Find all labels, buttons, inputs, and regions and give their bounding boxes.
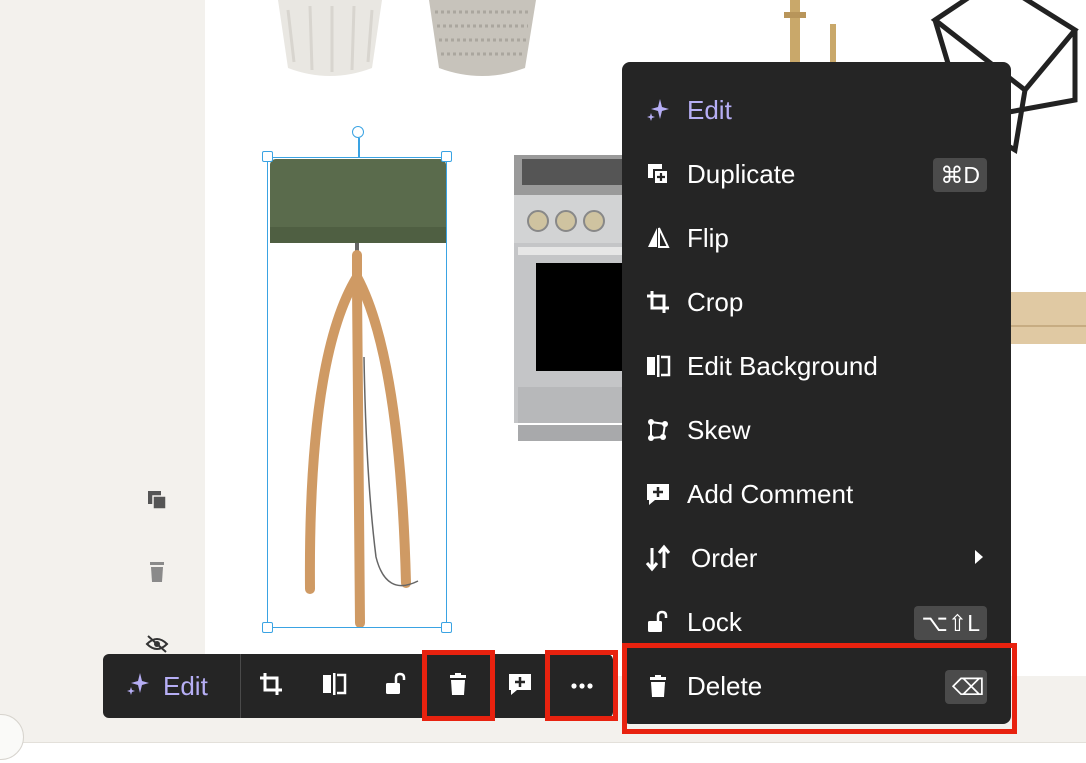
menu-item-label: Edit Background bbox=[687, 351, 878, 381]
sort-arrows-icon bbox=[644, 544, 672, 572]
trash-icon[interactable] bbox=[144, 559, 170, 585]
rotate-handle[interactable] bbox=[352, 126, 364, 138]
menu-item-label: Edit bbox=[687, 95, 732, 125]
item-toolbar: Edit bbox=[103, 654, 613, 718]
rotate-line bbox=[358, 138, 360, 157]
resize-handle-bottom-left[interactable] bbox=[262, 622, 273, 633]
planter-white-image[interactable] bbox=[270, 0, 390, 80]
wood-board-image[interactable] bbox=[1010, 292, 1086, 344]
crop-icon bbox=[644, 288, 672, 316]
selection-box bbox=[267, 157, 447, 628]
resize-handle-bottom-right[interactable] bbox=[441, 622, 452, 633]
crop-button[interactable] bbox=[255, 670, 287, 702]
menu-item-edit-background[interactable]: Edit Background bbox=[622, 338, 1011, 394]
edit-background-icon bbox=[321, 672, 347, 701]
faucet-image[interactable] bbox=[776, 0, 846, 62]
unlock-icon bbox=[644, 608, 672, 636]
unlock-icon bbox=[384, 672, 408, 701]
toolbar-divider bbox=[240, 654, 241, 718]
skew-icon bbox=[644, 416, 672, 444]
menu-item-label: Order bbox=[691, 543, 758, 573]
add-comment-button[interactable] bbox=[504, 670, 536, 702]
lock-button[interactable] bbox=[380, 670, 412, 702]
comment-add-icon bbox=[507, 672, 533, 701]
menu-item-duplicate[interactable]: Duplicate ⌘D bbox=[622, 146, 1011, 202]
chevron-right-icon bbox=[975, 550, 983, 564]
menu-item-add-comment[interactable]: Add Comment bbox=[622, 466, 1011, 522]
menu-item-lock[interactable]: Lock ⌥⇧L bbox=[622, 594, 1011, 650]
highlight-delete-menu-item bbox=[622, 643, 1017, 734]
menu-item-skew[interactable]: Skew bbox=[622, 402, 1011, 458]
planter-grey-image[interactable] bbox=[425, 0, 540, 80]
menu-item-label: Flip bbox=[687, 223, 729, 253]
context-menu: Edit Duplicate ⌘D Flip Crop Edit Backgro… bbox=[622, 62, 1011, 724]
edit-background-button[interactable] bbox=[318, 670, 350, 702]
menu-item-label: Add Comment bbox=[687, 479, 854, 509]
resize-handle-top-left[interactable] bbox=[262, 151, 273, 162]
flip-icon bbox=[644, 224, 672, 252]
shortcut-badge: ⌘D bbox=[933, 158, 987, 192]
comment-add-icon bbox=[644, 480, 672, 508]
highlight-delete-button bbox=[422, 650, 495, 721]
menu-item-label: Lock bbox=[687, 607, 742, 637]
menu-item-label: Duplicate bbox=[687, 159, 796, 189]
menu-item-flip[interactable]: Flip bbox=[622, 210, 1011, 266]
range-oven-image[interactable] bbox=[514, 155, 624, 441]
menu-item-label: Skew bbox=[687, 415, 751, 445]
crop-icon bbox=[259, 672, 283, 701]
menu-item-crop[interactable]: Crop bbox=[622, 274, 1011, 330]
edit-button[interactable]: Edit bbox=[125, 670, 208, 702]
highlight-more-button bbox=[545, 650, 618, 721]
layers-icon[interactable] bbox=[144, 487, 170, 513]
menu-item-label: Crop bbox=[687, 287, 744, 317]
shortcut-badge: ⌥⇧L bbox=[914, 606, 987, 640]
menu-item-edit[interactable]: Edit bbox=[622, 82, 1011, 138]
sparkle-icon bbox=[125, 671, 151, 702]
bottom-bar bbox=[0, 742, 1086, 763]
duplicate-icon bbox=[644, 160, 672, 188]
menu-item-order[interactable]: Order bbox=[622, 530, 1011, 586]
sparkle-icon bbox=[644, 96, 672, 124]
edit-button-label: Edit bbox=[163, 670, 208, 701]
edit-background-icon bbox=[644, 352, 672, 380]
resize-handle-top-right[interactable] bbox=[441, 151, 452, 162]
